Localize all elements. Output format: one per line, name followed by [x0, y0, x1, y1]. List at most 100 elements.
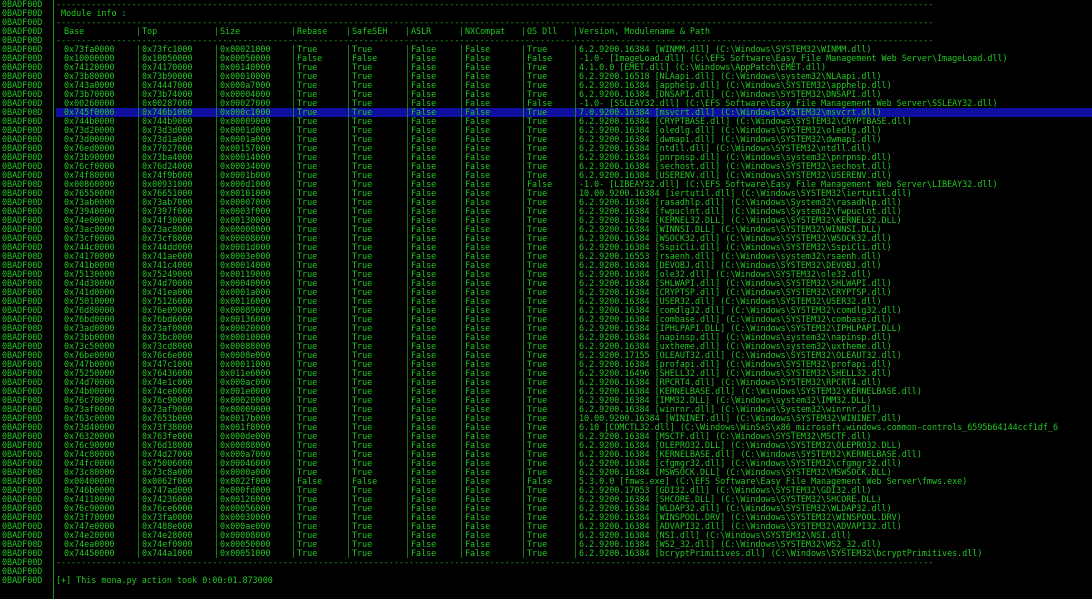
table-row[interactable]: 0x74b00000 | 0x74ce0000 | 0x001e0000 | True | Tr… [56, 387, 1092, 396]
table-row[interactable]: 0x73bb0000 | 0x73bc0000 | 0x00010000 | True | Tr… [56, 333, 1092, 342]
column-bar: | [346, 54, 352, 63]
table-row[interactable]: 0x00260000 | 0x00287000 | 0x00027000 | True | Tr… [56, 99, 1092, 108]
table-row[interactable]: 0x763c0000 | 0x7653b000 | 0x0017b000 | True | Tr… [56, 414, 1092, 423]
column-bar: | [346, 252, 352, 261]
table-cell: True [297, 432, 318, 441]
table-cell: 6.10 [COMCTL32.dll] (C:\Windows\WinSxS\x… [579, 423, 1059, 432]
table-cell: 0x74ce0000 [142, 387, 193, 396]
table-cell: True [297, 63, 318, 72]
table-row[interactable]: 0x75250000 | 0x76436000 | 0x011e6000 | True | Tr… [56, 369, 1092, 378]
table-row[interactable]: 0x00860000 | 0x00931000 | 0x000d1000 | True | Tr… [56, 180, 1092, 189]
table-row[interactable]: 0x744b0000 | 0x744b9000 | 0x00009000 | True | Tr… [56, 117, 1092, 126]
column-bar: | [459, 261, 465, 270]
column-bar: | [459, 495, 465, 504]
table-row[interactable]: 0x74450000 | 0x744a1000 | 0x00051000 | True | Tr… [56, 549, 1092, 558]
table-row[interactable]: 0x74110000 | 0x74236000 | 0x00126000 | True | Tr… [56, 495, 1092, 504]
column-bar: | [291, 333, 297, 342]
header-cell: Size [220, 27, 241, 36]
column-bar: | [573, 90, 579, 99]
table-row[interactable]: 0x73b70000 | 0x73b74000 | 0x00004000 | True | Tr… [56, 90, 1092, 99]
column-bar: | [214, 522, 220, 531]
table-row[interactable]: 0x76c90000 | 0x76d18000 | 0x00088000 | True | Tr… [56, 441, 1092, 450]
table-cell: 0x76ce6000 [142, 504, 193, 513]
table-row[interactable]: 0x73b90000 | 0x73ba4000 | 0x00014000 | True | Tr… [56, 153, 1092, 162]
table-row[interactable]: 0x00400000 | 0x0062f000 | 0x0022f000 | False | F… [56, 477, 1092, 486]
table-row[interactable]: 0x74c80000 | 0x74d27000 | 0x000a7000 | True | Tr… [56, 450, 1092, 459]
table-row[interactable]: 0x73c50000 | 0x73cd8000 | 0x00088000 | True | Tr… [56, 342, 1092, 351]
column-bar: | [346, 513, 352, 522]
table-row[interactable]: 0x76d80000 | 0x76e09000 | 0x00089000 | True | Tr… [56, 306, 1092, 315]
column-bar: | [521, 135, 527, 144]
table-row[interactable]: 0x73fa0000 | 0x73fc1000 | 0x00021000 | True | Tr… [56, 45, 1092, 54]
table-cell: 0x00014000 [220, 261, 271, 270]
table-cell: True [527, 261, 548, 270]
table-cell: False [465, 144, 491, 153]
column-bar: | [521, 54, 527, 63]
table-row[interactable]: 0x73d40000 | 0x73f38000 | 0x001f8000 | True | Tr… [56, 423, 1092, 432]
table-cell: False [411, 513, 437, 522]
column-bar: | [573, 540, 579, 549]
table-row[interactable]: 0x76550000 | 0x76651000 | 0x00101000 | True | Tr… [56, 189, 1092, 198]
table-cell: False [465, 342, 491, 351]
column-bar: | [521, 531, 527, 540]
table-row[interactable]: 0x76c70000 | 0x76c90000 | 0x00020000 | True | Tr… [56, 396, 1092, 405]
table-row[interactable]: 0x741d0000 | 0x741ea000 | 0x0001a000 | True | Tr… [56, 288, 1092, 297]
table-row[interactable]: 0x73ac0000 | 0x73ac8000 | 0x00008000 | True | Tr… [56, 225, 1092, 234]
table-cell: True [297, 405, 318, 414]
table-row[interactable]: 0x746b0000 | 0x747ad000 | 0x000fd000 | True | Tr… [56, 486, 1092, 495]
table-row[interactable]: 0x73d20000 | 0x73d3d000 | 0x0001d000 | True | Tr… [56, 126, 1092, 135]
column-bar: | [346, 81, 352, 90]
column-bar: | [405, 198, 411, 207]
table-row[interactable]: 0x747b0000 | 0x747c1000 | 0x00011000 | True | Tr… [56, 360, 1092, 369]
column-bar: | [521, 243, 527, 252]
table-row[interactable]: 0x73ad0000 | 0x73af0000 | 0x00020000 | True | Tr… [56, 324, 1092, 333]
table-row[interactable]: 0x73f70000 | 0x73fa0000 | 0x00030000 | True | Tr… [56, 513, 1092, 522]
table-row[interactable]: 0x73d00000 | 0x73d1a000 | 0x0001a000 | True | Tr… [56, 135, 1092, 144]
table-row[interactable]: 0x74ea0000 | 0x74ef0000 | 0x00050000 | True | Tr… [56, 540, 1092, 549]
table-row[interactable]: 0x73cf0000 | 0x73cf8000 | 0x00008000 | True | Tr… [56, 234, 1092, 243]
column-bar: | [521, 99, 527, 108]
column-bar: | [521, 216, 527, 225]
table-cell: 0x744c0000 [64, 243, 115, 252]
table-cell: 0x73b74000 [142, 90, 193, 99]
log-window[interactable]: ----------------------------------------… [56, 0, 1092, 599]
table-row[interactable]: 0x74f80000 | 0x74f9b000 | 0x0001b000 | True | Tr… [56, 171, 1092, 180]
table-cell: 0x73d1a000 [142, 135, 193, 144]
table-row[interactable]: 0x745f0000 | 0x746b1000 | 0x000c1000 | True | Tr… [56, 108, 1092, 117]
table-row[interactable]: 0x10000000 | 0x10050000 | 0x00050000 | False | F… [56, 54, 1092, 63]
table-row[interactable]: 0x76c90000 | 0x76ce6000 | 0x00056000 | True | Tr… [56, 504, 1092, 513]
table-row[interactable]: 0x76bd0000 | 0x76bd6000 | 0x00136000 | True | Tr… [56, 315, 1092, 324]
table-cell: True [527, 108, 548, 117]
table-row[interactable]: 0x74d70000 | 0x74e1c000 | 0x000ac000 | True | Tr… [56, 378, 1092, 387]
column-bar: | [291, 459, 297, 468]
table-cell: True [352, 189, 373, 198]
table-row[interactable]: 0x76be0000 | 0x76c6e000 | 0x0008e000 | True | Tr… [56, 351, 1092, 360]
table-row[interactable]: 0x73b80000 | 0x73b90000 | 0x00010000 | True | Tr… [56, 72, 1092, 81]
table-row[interactable]: 0x74120000 | 0x74170000 | 0x00140000 | True | Tr… [56, 63, 1092, 72]
table-row[interactable]: 0x75010000 | 0x75126000 | 0x00116000 | True | Tr… [56, 297, 1092, 306]
table-row[interactable]: 0x743a0000 | 0x74447000 | 0x000a7000 | True | Tr… [56, 81, 1092, 90]
column-bar: | [291, 252, 297, 261]
column-bar: | [405, 423, 411, 432]
table-row[interactable]: 0x76ed0000 | 0x77027000 | 0x00157000 | True | Tr… [56, 144, 1092, 153]
column-bar: | [573, 468, 579, 477]
table-row[interactable]: 0x76cf0000 | 0x76d24000 | 0x00034000 | True | Tr… [56, 162, 1092, 171]
table-row[interactable]: 0x74fc0000 | 0x75006000 | 0x00046000 | True | Tr… [56, 459, 1092, 468]
column-bar: | [405, 396, 411, 405]
table-row[interactable]: 0x741b0000 | 0x741c4000 | 0x00014000 | True | Tr… [56, 261, 1092, 270]
table-row[interactable]: 0x73c80000 | 0x73c8a000 | 0x0000a000 | True | Tr… [56, 468, 1092, 477]
table-row[interactable]: 0x75130000 | 0x75249000 | 0x00119000 | True | Tr… [56, 270, 1092, 279]
table-row[interactable]: 0x74e20000 | 0x74e28000 | 0x00008000 | True | Tr… [56, 531, 1092, 540]
table-row[interactable]: 0x747e0000 | 0x7488e000 | 0x000ae000 | True | Tr… [56, 522, 1092, 531]
table-cell: 0x00056000 [220, 504, 271, 513]
table-row[interactable]: 0x74170000 | 0x741ae000 | 0x0003e000 | True | Tr… [56, 252, 1092, 261]
table-row[interactable]: 0x76320000 | 0x763fe000 | 0x000de000 | True | Tr… [56, 432, 1092, 441]
column-bar: | [573, 63, 579, 72]
table-row[interactable]: 0x73ab0000 | 0x73ab7000 | 0x00007000 | True | Tr… [56, 198, 1092, 207]
column-bar: | [405, 279, 411, 288]
table-row[interactable]: 0x73af0000 | 0x73af9000 | 0x00009000 | True | Tr… [56, 405, 1092, 414]
table-row[interactable]: 0x73940000 | 0x7397f000 | 0x0003f000 | True | Tr… [56, 207, 1092, 216]
table-row[interactable]: 0x744c0000 | 0x744dd000 | 0x0001d000 | True | Tr… [56, 243, 1092, 252]
table-row[interactable]: 0x74e00000 | 0x74f30000 | 0x00130000 | True | Tr… [56, 216, 1092, 225]
table-row[interactable]: 0x74d30000 | 0x74d70000 | 0x00040000 | True | Tr… [56, 279, 1092, 288]
